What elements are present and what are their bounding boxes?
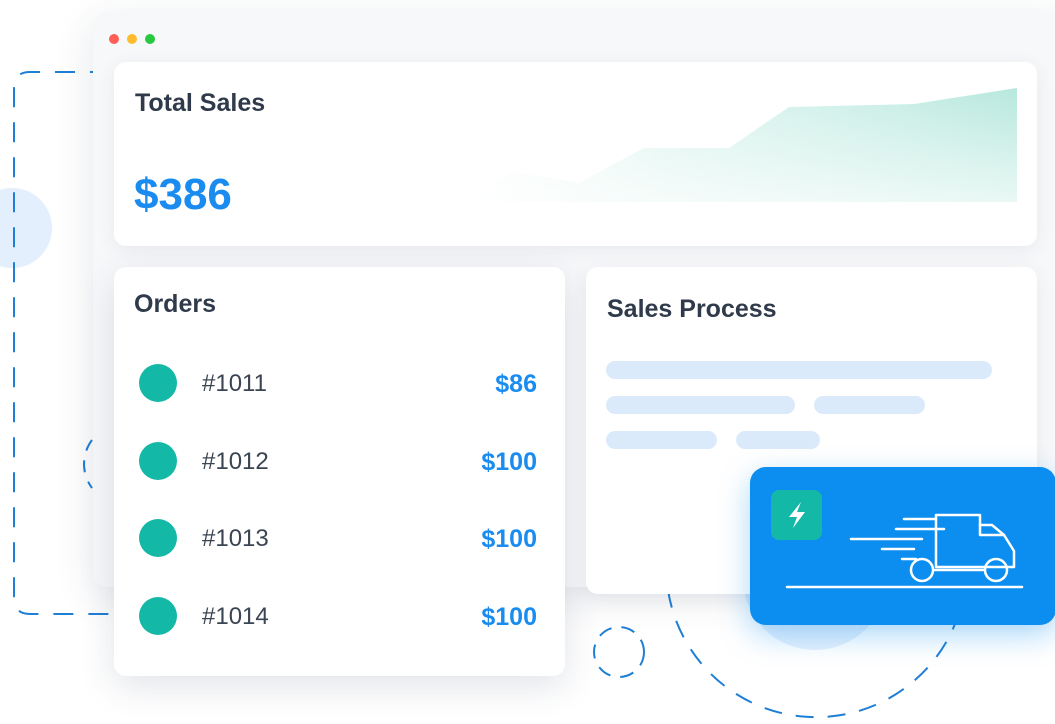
- total-sales-title: Total Sales: [135, 89, 266, 117]
- orders-card: Orders #1011 $86 #1012 $100 #1013 $100 #…: [114, 267, 565, 676]
- placeholder-line: [606, 431, 717, 449]
- order-row[interactable]: #1012 $100: [114, 441, 565, 481]
- order-amount: $100: [481, 448, 537, 476]
- order-row[interactable]: #1014 $100: [114, 596, 565, 636]
- order-status-dot: [139, 442, 177, 480]
- order-id: #1014: [202, 603, 269, 630]
- order-status-dot: [139, 364, 177, 402]
- minimize-window-dot[interactable]: [127, 34, 137, 44]
- sales-process-title: Sales Process: [607, 295, 777, 323]
- orders-title: Orders: [134, 290, 216, 318]
- sales-trend-sparkline: [474, 88, 1017, 202]
- placeholder-line: [606, 361, 992, 379]
- order-row[interactable]: #1013 $100: [114, 518, 565, 558]
- order-id: #1012: [202, 448, 269, 475]
- total-sales-value: $386: [134, 170, 232, 219]
- placeholder-line: [736, 431, 820, 449]
- order-status-dot: [139, 597, 177, 635]
- window-controls: [109, 34, 155, 44]
- order-id: #1011: [202, 370, 267, 397]
- delivery-card[interactable]: [750, 467, 1055, 625]
- maximize-window-dot[interactable]: [145, 34, 155, 44]
- placeholder-line: [606, 396, 795, 414]
- order-row[interactable]: #1011 $86: [114, 363, 565, 403]
- order-id: #1013: [202, 525, 269, 552]
- order-amount: $86: [495, 370, 537, 398]
- order-amount: $100: [481, 525, 537, 553]
- order-amount: $100: [481, 603, 537, 631]
- total-sales-card: Total Sales $386: [114, 62, 1037, 246]
- order-status-dot: [139, 519, 177, 557]
- placeholder-line: [814, 396, 925, 414]
- delivery-truck-icon: [785, 513, 1024, 589]
- close-window-dot[interactable]: [109, 34, 119, 44]
